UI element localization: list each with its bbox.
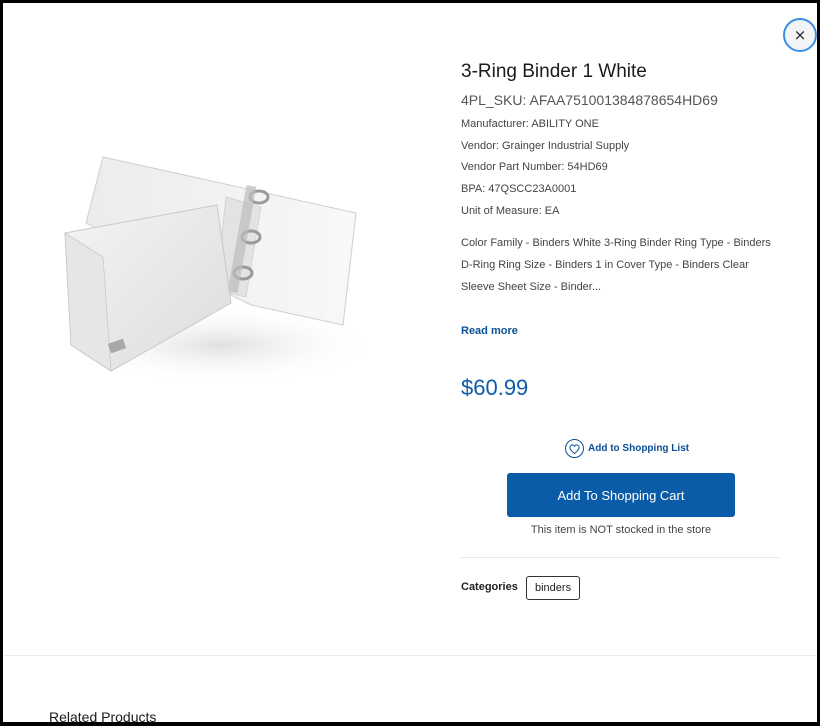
stock-status-text: This item is NOT stocked in the store xyxy=(530,524,712,536)
categories-label: Categories xyxy=(461,581,518,593)
read-more-link[interactable]: Read more xyxy=(461,325,518,337)
product-sku: 4PL_SKU: AFAA751001384878654HD69 xyxy=(461,92,718,108)
unit-of-measure: Unit of Measure: EA xyxy=(461,205,560,217)
stock-status-note: This item is NOT stocked in the store xyxy=(461,524,781,536)
heart-icon xyxy=(565,439,584,458)
category-chip-binders[interactable]: binders xyxy=(526,576,581,600)
manufacturer: Manufacturer: ABILITY ONE xyxy=(461,118,599,130)
related-products-heading: Related Products xyxy=(49,709,157,725)
close-button[interactable]: × xyxy=(783,18,817,52)
product-image xyxy=(61,156,373,385)
vendor: Vendor: Grainger Industrial Supply xyxy=(461,140,630,152)
section-divider xyxy=(3,655,817,656)
bpa: BPA: 47QSCC23A0001 xyxy=(461,183,577,195)
shopping-list-label: Add to Shopping List xyxy=(588,443,690,454)
add-to-cart-button[interactable]: Add To Shopping Cart xyxy=(507,473,735,517)
product-quick-view-modal: × 3-Ring Binder 1 White 4PL_SKU: AFAA751… xyxy=(0,0,820,726)
product-title: 3-Ring Binder 1 White xyxy=(461,61,647,82)
product-price: $60.99 xyxy=(461,375,529,400)
close-icon: × xyxy=(793,25,807,44)
add-to-shopping-list-button[interactable]: Add to Shopping List xyxy=(565,439,689,458)
divider xyxy=(461,557,779,558)
product-description: Color Family - Binders White 3-Ring Bind… xyxy=(461,237,771,293)
vendor-part-number: Vendor Part Number: 54HD69 xyxy=(461,161,608,173)
